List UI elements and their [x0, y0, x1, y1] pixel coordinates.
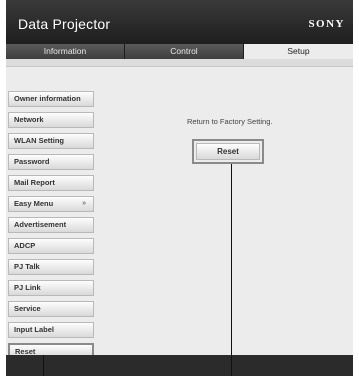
browser-frame: Data Projector SONY Information Control … — [6, 0, 353, 376]
tab-bar: Information Control Setup — [6, 44, 353, 59]
sidebar-item-input-label[interactable]: Input Label — [8, 322, 94, 338]
reset-button-highlight: Reset — [192, 139, 264, 164]
tab-setup[interactable]: Setup — [244, 44, 353, 59]
app-header: Data Projector SONY — [6, 0, 353, 44]
footer-bar — [6, 355, 353, 376]
double-chevron-up-icon: » — [82, 200, 86, 207]
sidebar-item-service[interactable]: Service — [8, 301, 94, 317]
sidebar-item-password[interactable]: Password — [8, 154, 94, 170]
callout-line-sidebar-reset — [43, 355, 44, 376]
callout-line-reset-button — [231, 164, 232, 376]
app-title: Data Projector — [18, 16, 111, 32]
sidebar-item-wlan-setting[interactable]: WLAN Setting — [8, 133, 94, 149]
content-area: Owner information Network WLAN Setting P… — [6, 59, 353, 359]
sidebar-item-adcp[interactable]: ADCP — [8, 238, 94, 254]
sidebar-item-advertisement[interactable]: Advertisement — [8, 217, 94, 233]
sidebar-item-label: Easy Menu — [14, 199, 54, 208]
sidebar-item-pj-talk[interactable]: PJ Talk — [8, 259, 94, 275]
sidebar-item-network[interactable]: Network — [8, 112, 94, 128]
sidebar-item-easy-menu[interactable]: Easy Menu » — [8, 196, 94, 212]
sidebar-menu: Owner information Network WLAN Setting P… — [8, 91, 95, 364]
sidebar-item-pj-link[interactable]: PJ Link — [8, 280, 94, 296]
sidebar-item-mail-report[interactable]: Mail Report — [8, 175, 94, 191]
tab-information[interactable]: Information — [6, 44, 125, 59]
tab-control[interactable]: Control — [125, 44, 244, 59]
content-top-strip — [6, 59, 353, 67]
factory-reset-message: Return to Factory Setting. — [187, 117, 273, 126]
reset-button[interactable]: Reset — [196, 143, 260, 160]
brand-logo: SONY — [308, 18, 345, 30]
sidebar-item-owner-information[interactable]: Owner information — [8, 91, 94, 107]
